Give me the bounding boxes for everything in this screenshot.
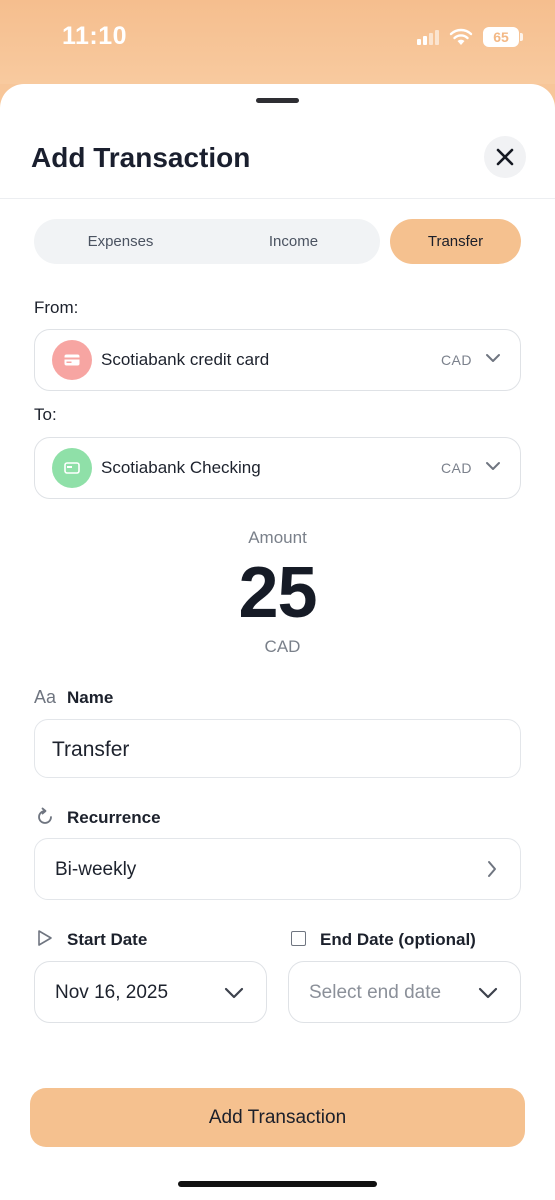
name-label: Name [67,688,114,707]
credit-card-icon [52,340,92,380]
status-bar: 11:10 65 [0,0,555,84]
chevron-down-icon [486,462,500,470]
chevron-down-icon [486,354,500,362]
bank-card-icon [52,448,92,488]
amount-currency: CAD [264,637,301,656]
start-date-value: Nov 16, 2025 [55,982,169,1003]
from-account-select[interactable]: Scotiabank credit card CAD [34,329,521,391]
chevron-right-icon [488,861,496,877]
to-account-name: Scotiabank Checking [101,458,261,477]
end-date-label: End Date (optional) [320,930,476,949]
start-date-label: Start Date [67,930,148,949]
recurrence-select[interactable]: Bi-weekly [34,838,521,900]
end-date-checkbox[interactable] [291,931,306,946]
close-button[interactable] [484,136,526,178]
text-format-icon: Aa [34,687,57,707]
chevron-down-icon [224,987,244,999]
to-label: To: [34,405,57,424]
sheet-grabber[interactable] [256,98,299,103]
recurrence-value: Bi-weekly [55,859,137,880]
end-date-placeholder: Select end date [309,982,442,1003]
to-account-currency: CAD [440,460,472,476]
home-indicator [178,1181,377,1187]
battery-icon: 65 [483,27,523,47]
refresh-icon [38,807,52,824]
status-time: 11:10 [62,22,128,50]
tab-transfer[interactable]: Transfer [390,219,521,264]
end-date-select[interactable]: Select end date [288,961,521,1023]
tab-expenses[interactable]: Expenses [34,219,207,264]
add-transaction-button[interactable]: Add Transaction [30,1088,525,1147]
from-label: From: [34,298,79,317]
name-input-value: Transfer [52,738,130,761]
transaction-type-selector: Expenses Income [34,219,380,264]
close-icon [496,148,514,166]
amount-label: Amount [248,528,307,547]
from-account-currency: CAD [440,352,472,368]
from-account-name: Scotiabank credit card [101,350,270,369]
to-account-select[interactable]: Scotiabank Checking CAD [34,437,521,499]
header-divider [0,198,555,199]
tab-income[interactable]: Income [207,219,380,264]
start-date-select[interactable]: Nov 16, 2025 [34,961,267,1023]
status-icons: 65 [417,26,523,48]
signal-icon [417,29,439,45]
recurrence-label: Recurrence [67,808,161,827]
wifi-icon [449,28,473,46]
name-input[interactable]: Transfer [34,719,521,778]
sheet-title: Add Transaction [31,142,251,173]
chevron-down-icon [478,987,498,999]
add-transaction-sheet: Add Transaction Expenses Income Transfer… [0,84,555,1200]
play-icon [38,930,52,946]
amount-value[interactable]: 25 [0,552,555,634]
